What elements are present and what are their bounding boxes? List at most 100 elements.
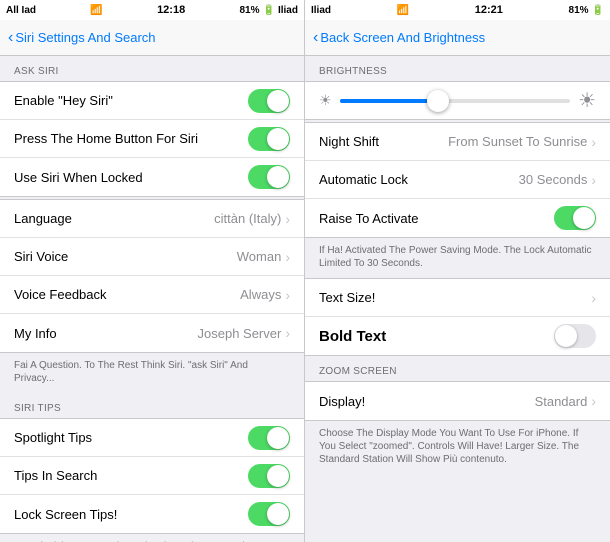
right-carrier: Iliad (311, 5, 331, 16)
night-shift-chevron: › (591, 134, 596, 150)
raise-activate-row[interactable]: Raise To Activate (305, 199, 610, 237)
left-battery-icon: 🔋 (263, 5, 275, 16)
language-value: cittàn (Italy) (214, 211, 281, 226)
auto-lock-row[interactable]: Automatic Lock 30 Seconds › (305, 161, 610, 199)
brightness-slider[interactable] (340, 99, 571, 103)
right-time: 12:21 (475, 4, 503, 16)
voice-feedback-row[interactable]: Voice Feedback Always › (0, 276, 304, 314)
siri-voice-chevron: › (285, 249, 290, 265)
use-siri-locked-label: Use Siri When Locked (14, 170, 248, 185)
auto-lock-label: Automatic Lock (319, 172, 519, 187)
voice-feedback-label: Voice Feedback (14, 287, 240, 302)
sun-small-icon: ☀ (319, 92, 332, 109)
spotlight-tips-label: Spotlight Tips (14, 430, 248, 445)
toggle-knob (267, 128, 289, 150)
left-panel: All Iad 📶 12:18 81% 🔋 Iliad ‹ Siri Setti… (0, 0, 305, 542)
enable-hey-siri-row[interactable]: Enable "Hey Siri" (0, 82, 304, 120)
my-info-chevron: › (285, 325, 290, 341)
siri-options-group: Language cittàn (Italy) › Siri Voice Wom… (0, 199, 304, 353)
zoom-content-note: Choose The Display Mode You Want To Use … (305, 421, 610, 472)
home-button-row[interactable]: Press The Home Button For Siri (0, 120, 304, 158)
my-info-label: My Info (14, 326, 198, 341)
text-size-chevron: › (591, 290, 596, 306)
tips-in-search-row[interactable]: Tips In Search (0, 457, 304, 495)
left-nav-title: Siri Settings And Search (15, 30, 155, 45)
right-panel: Iliad 📶 12:21 81% 🔋 ‹ Back Screen And Br… (305, 0, 610, 542)
right-battery-percent: 81% (569, 5, 589, 16)
display-row[interactable]: Display! Standard › (305, 382, 610, 420)
language-label: Language (14, 211, 214, 226)
text-size-label: Text Size! (319, 290, 591, 305)
siri-voice-row[interactable]: Siri Voice Woman › (0, 238, 304, 276)
toggle-knob (267, 166, 289, 188)
left-wifi-icon: 📶 (90, 5, 102, 16)
right-status-bar: Iliad 📶 12:21 81% 🔋 (305, 0, 610, 20)
tips-in-search-label: Tips In Search (14, 468, 248, 483)
language-row[interactable]: Language cittàn (Italy) › (0, 200, 304, 238)
siri-description: Fai A Question. To The Rest Think Siri. … (0, 353, 304, 393)
night-shift-value: From Sunset To Sunrise (448, 134, 587, 149)
right-nav-bar: ‹ Back Screen And Brightness (305, 20, 610, 56)
raise-activate-label: Raise To Activate (319, 211, 554, 226)
siri-voice-value: Woman (237, 249, 282, 264)
use-siri-locked-toggle[interactable] (248, 165, 290, 189)
text-size-row[interactable]: Text Size! › (305, 279, 610, 317)
right-nav-title: Back Screen And Brightness (320, 30, 485, 45)
left-back-button[interactable]: ‹ Siri Settings And Search (8, 29, 156, 47)
sun-large-icon: ☀ (578, 88, 596, 113)
enable-hey-siri-toggle[interactable] (248, 89, 290, 113)
siri-voice-label: Siri Voice (14, 249, 237, 264)
tips-in-search-toggle[interactable] (248, 464, 290, 488)
voice-feedback-chevron: › (285, 287, 290, 303)
left-time: 12:18 (157, 4, 185, 16)
display-chevron: › (591, 393, 596, 409)
left-back-chevron: ‹ (8, 29, 13, 47)
bold-text-toggle[interactable] (554, 324, 596, 348)
right-signal-icon: 📶 (397, 5, 409, 16)
right-battery-icon: 🔋 (592, 5, 604, 16)
night-shift-row[interactable]: Night Shift From Sunset To Sunrise › (305, 123, 610, 161)
home-button-toggle[interactable] (248, 127, 290, 151)
right-right-status: 81% 🔋 (569, 5, 604, 16)
use-siri-locked-row[interactable]: Use Siri When Locked (0, 158, 304, 196)
spotlight-tips-toggle[interactable] (248, 426, 290, 450)
left-battery-percent: 81% (240, 5, 260, 16)
left-right-status: 81% 🔋 Iliad (240, 5, 298, 16)
toggle-knob (555, 325, 577, 347)
toggle-knob (267, 465, 289, 487)
right-back-chevron: ‹ (313, 29, 318, 47)
auto-lock-value: 30 Seconds (519, 172, 588, 187)
toggle-knob (267, 90, 289, 112)
siri-tips-header: SIRI TIPS (0, 393, 304, 418)
siri-tips-group: Spotlight Tips Tips In Search Lock Scree… (0, 418, 304, 534)
display-value: Standard (535, 394, 588, 409)
lock-screen-tips-row[interactable]: Lock Screen Tips! (0, 495, 304, 533)
right-back-button[interactable]: ‹ Back Screen And Brightness (313, 29, 485, 47)
brightness-header: BRIGHTNESS (305, 56, 610, 81)
home-button-label: Press The Home Button For Siri (14, 131, 248, 146)
toggle-knob (267, 503, 289, 525)
voice-feedback-value: Always (240, 287, 281, 302)
left-status-bar: All Iad 📶 12:18 81% 🔋 Iliad (0, 0, 304, 20)
my-info-row[interactable]: My Info Joseph Server › (0, 314, 304, 352)
ask-siri-group: Enable "Hey Siri" Press The Home Button … (0, 81, 304, 197)
lock-screen-tips-toggle[interactable] (248, 502, 290, 526)
enable-hey-siri-label: Enable "Hey Siri" (14, 93, 248, 108)
brightness-row: ☀ ☀ (305, 81, 610, 120)
text-display-group: Text Size! › Bold Text (305, 278, 610, 356)
slider-thumb[interactable] (427, 90, 449, 112)
toggle-knob (573, 207, 595, 229)
left-carrier: All Iad (6, 5, 36, 16)
spotlight-tips-row[interactable]: Spotlight Tips (0, 419, 304, 457)
zoom-screen-header: ZOOM SCREEN (305, 356, 610, 381)
slider-fill (340, 99, 432, 103)
toggle-knob (267, 427, 289, 449)
zoom-group: Display! Standard › (305, 381, 610, 421)
bottom-note: It Replenishes Suggestions Directly In T… (0, 534, 304, 542)
left-nav-bar: ‹ Siri Settings And Search (0, 20, 304, 56)
bold-text-row[interactable]: Bold Text (305, 317, 610, 355)
raise-activate-toggle[interactable] (554, 206, 596, 230)
my-info-value: Joseph Server (198, 326, 282, 341)
bold-text-label: Bold Text (319, 328, 554, 345)
left-carrier2: Iliad (278, 5, 298, 16)
